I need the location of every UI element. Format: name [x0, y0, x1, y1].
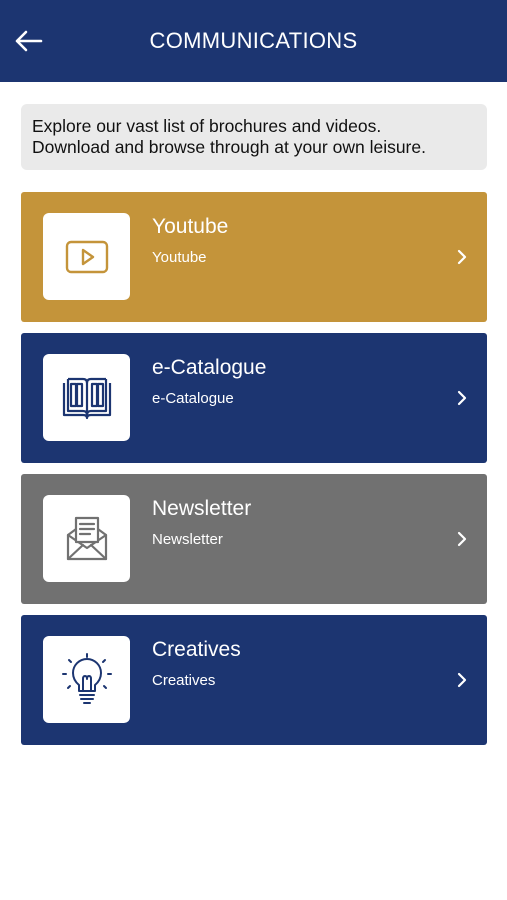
- intro-text-box: Explore our vast list of brochures and v…: [21, 104, 487, 170]
- youtube-icon-box: [43, 213, 130, 300]
- back-button[interactable]: [10, 24, 46, 58]
- app-header: COMMUNICATIONS: [0, 0, 507, 82]
- page-title: COMMUNICATIONS: [149, 28, 358, 53]
- youtube-subtitle: Youtube: [152, 249, 207, 266]
- chevron-right-icon: [455, 247, 469, 267]
- intro-line-1: Explore our vast list of brochures and v…: [32, 116, 382, 136]
- chevron-right-icon: [455, 670, 469, 690]
- lightbulb-icon: [61, 652, 112, 704]
- arrow-left-icon: [15, 30, 43, 52]
- intro-line-2: Download and browse through at your own …: [32, 137, 426, 157]
- creatives-title: Creatives: [152, 638, 241, 661]
- e-catalogue-title: e-Catalogue: [152, 356, 267, 379]
- creatives-card[interactable]: Creatives Creatives: [21, 615, 487, 745]
- e-catalogue-subtitle: e-Catalogue: [152, 390, 234, 407]
- open-book-icon: [62, 377, 111, 419]
- newsletter-card[interactable]: Newsletter Newsletter: [21, 474, 487, 604]
- envelope-letter-icon: [66, 516, 107, 560]
- creatives-subtitle: Creatives: [152, 672, 216, 689]
- newsletter-title: Newsletter: [152, 497, 252, 520]
- chevron-right-icon: [455, 388, 469, 408]
- newsletter-icon-box: [43, 495, 130, 582]
- youtube-title: Youtube: [152, 215, 229, 238]
- e-catalogue-icon-box: [43, 354, 130, 441]
- e-catalogue-card[interactable]: e-Catalogue e-Catalogue: [21, 333, 487, 463]
- creatives-icon-box: [43, 636, 130, 723]
- play-video-icon: [65, 240, 108, 273]
- newsletter-subtitle: Newsletter: [152, 531, 223, 548]
- youtube-card[interactable]: Youtube Youtube: [21, 192, 487, 322]
- chevron-right-icon: [455, 529, 469, 549]
